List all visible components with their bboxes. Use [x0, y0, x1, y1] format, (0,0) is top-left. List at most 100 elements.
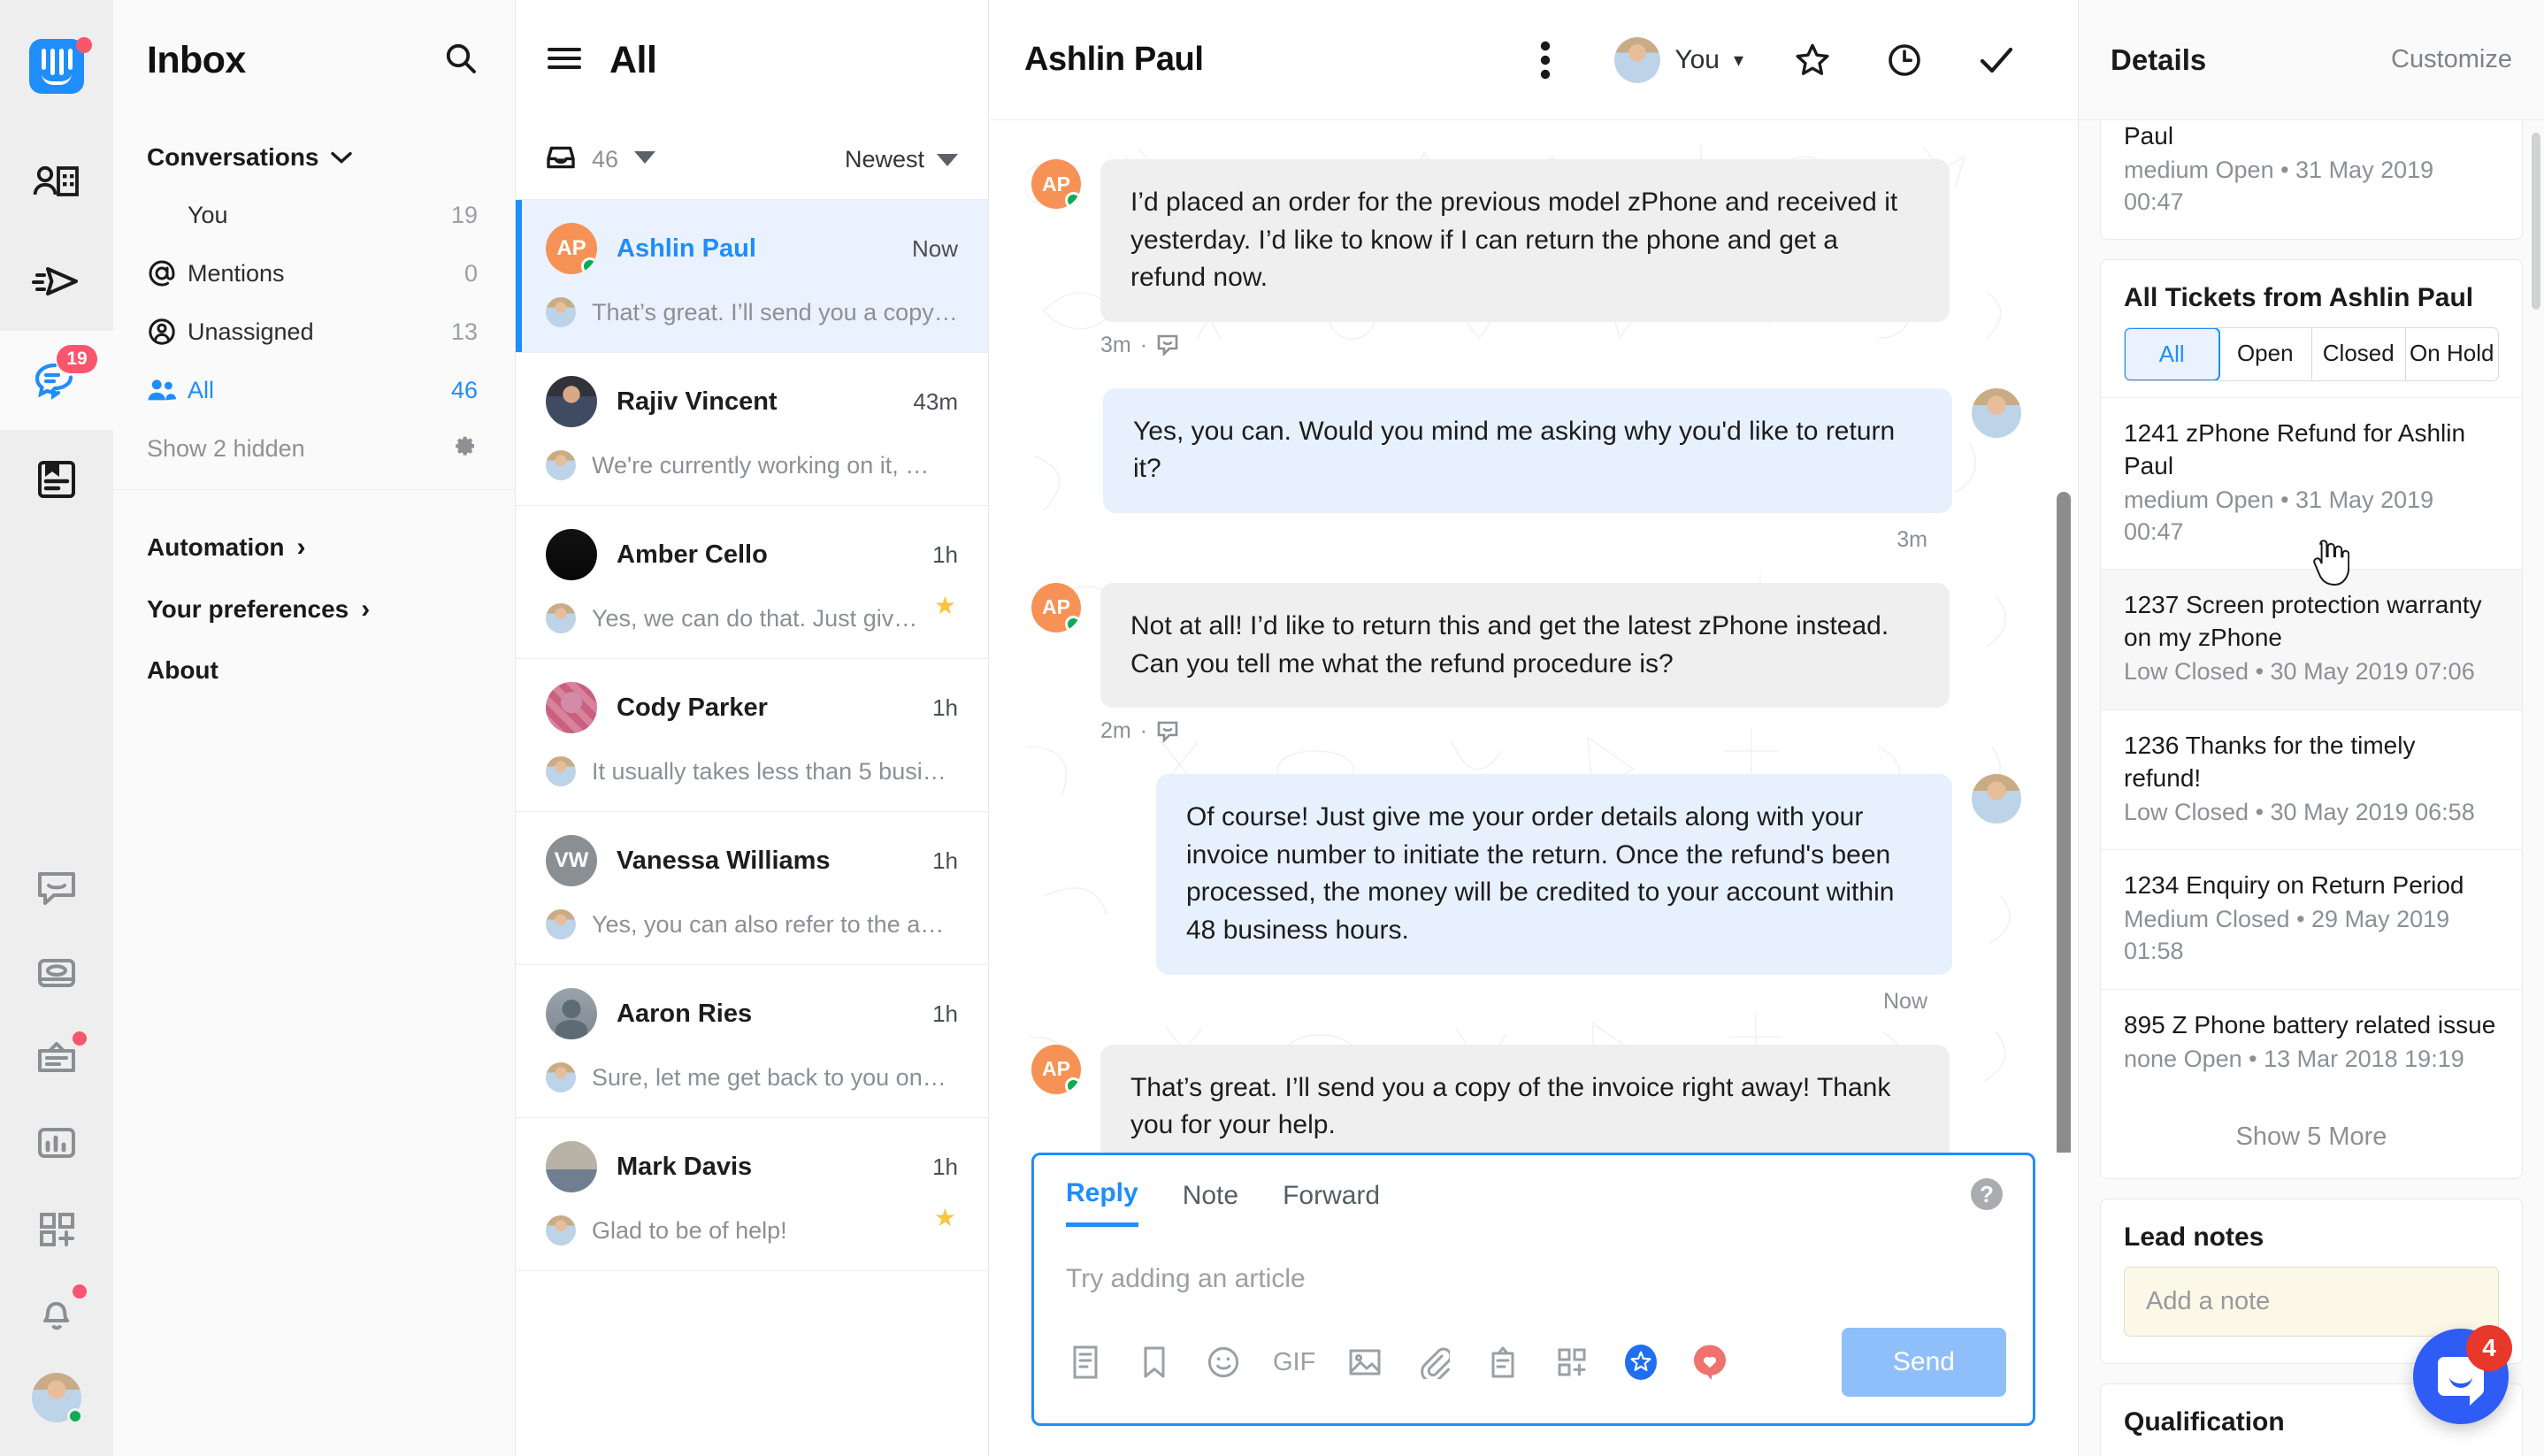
tab-note[interactable]: Note [1183, 1181, 1238, 1225]
star-icon[interactable] [1766, 18, 1858, 103]
assignee-dropdown[interactable]: You ▾ [1591, 36, 1766, 83]
note-input[interactable]: Add a note [2124, 1267, 2499, 1337]
conversations-section-header[interactable]: Conversations [147, 143, 481, 172]
emoji-icon[interactable] [1204, 1343, 1243, 1382]
intercom-logo[interactable] [0, 0, 113, 133]
sidebar-item-count: 0 [464, 259, 478, 287]
messages: AP I’d placed an order for the previous … [989, 120, 2078, 1153]
messenger-icon[interactable] [0, 846, 113, 931]
send-button[interactable]: Send [1841, 1328, 2006, 1397]
avatar[interactable] [0, 1355, 113, 1440]
saved-reply-icon[interactable] [1135, 1343, 1174, 1382]
table-row[interactable]: 1237 Screen protection warranty on my zP… [2101, 570, 2522, 710]
reply-input[interactable]: Try adding an article [1034, 1227, 2033, 1321]
inbox-icon[interactable] [0, 931, 113, 1015]
table-row[interactable]: 1241 zPhone Refund for Ashlin Paul mediu… [2101, 398, 2522, 571]
list-item[interactable]: AP Ashlin Paul Now That’s great. I’ll se… [516, 200, 988, 353]
conversations-section: Conversations [113, 120, 515, 175]
list-item[interactable]: VW Vanessa Williams 1h Yes, you can also… [516, 812, 988, 965]
sidebar-link-your-preferences[interactable]: Your preferences › [147, 579, 481, 640]
sidebar-item-all[interactable]: All 46 [113, 361, 515, 419]
note-icon[interactable] [1483, 1343, 1522, 1382]
table-row[interactable]: 1234 Enquiry on Return Period Medium Clo… [2101, 850, 2522, 990]
message-text: Yes, you can. Would you mind me asking w… [1103, 387, 1952, 513]
avatar [546, 909, 576, 939]
attachment-icon[interactable] [1414, 1343, 1453, 1382]
avatar [546, 603, 576, 633]
list-item[interactable]: Cody Parker 1h It usually takes less tha… [516, 659, 988, 812]
sidebar-link-label: Your preferences [147, 595, 349, 623]
lead-notes-heading: Lead notes [2124, 1222, 2264, 1253]
filter-all[interactable]: All [2125, 328, 2220, 381]
star-blue-icon[interactable] [1621, 1343, 1660, 1382]
clock-icon[interactable] [1858, 18, 1950, 103]
show-more-button[interactable]: Show 5 More [2101, 1096, 2522, 1178]
outbound-icon[interactable] [0, 232, 113, 331]
article-icon[interactable] [1066, 1343, 1105, 1382]
image-icon[interactable] [1345, 1343, 1384, 1382]
composer-toolbar: GIF Send [1034, 1321, 2033, 1423]
tab-forward[interactable]: Forward [1283, 1181, 1380, 1225]
tab-reply[interactable]: Reply [1066, 1178, 1138, 1227]
bell-icon[interactable] [0, 1270, 113, 1355]
ticket-title: 895 Z Phone battery related issue [2124, 1010, 2496, 1038]
sidebar-item-mentions[interactable]: Mentions 0 [113, 244, 515, 303]
filter-on-hold[interactable]: On Hold [2406, 328, 2499, 380]
list-item-name: Cody Parker [617, 693, 768, 722]
at-icon [147, 258, 188, 288]
search-icon[interactable] [444, 42, 478, 80]
star-icon[interactable]: ★ [934, 1203, 956, 1232]
composer-tabs: Reply Note Forward ? [1034, 1155, 2033, 1227]
tickets-heading: All Tickets from Ashlin Paul [2124, 283, 2474, 313]
star-icon[interactable]: ★ [934, 591, 956, 620]
list-item[interactable]: Aaron Ries 1h Sure, let me get back to y… [516, 965, 988, 1118]
message-scrollbar[interactable] [2057, 492, 2071, 1153]
apps-add-icon[interactable] [0, 1185, 113, 1270]
ticket-meta: medium Open • 31 May 2019 00:47 [2124, 487, 2434, 545]
help-icon[interactable]: ? [1971, 1178, 2003, 1210]
conversation-list-toolbar: 46 Newest [516, 120, 988, 200]
table-row[interactable]: 1236 Thanks for the timely refund! Low C… [2101, 710, 2522, 851]
filter-open[interactable]: Open [2219, 328, 2312, 381]
details-body: Paul medium Open • 31 May 2019 00:47 All… [2079, 120, 2544, 1456]
customize-button[interactable]: Customize [2391, 45, 2512, 74]
check-icon[interactable] [1950, 18, 2042, 103]
apps-icon[interactable] [1552, 1343, 1591, 1382]
sidebar-item-you[interactable]: You 19 [113, 186, 515, 244]
articles-icon[interactable] [0, 430, 113, 529]
table-row[interactable]: 895 Z Phone battery related issue none O… [2101, 990, 2522, 1097]
news-icon[interactable] [0, 1015, 113, 1100]
ticket-title-tail: Paul [2124, 122, 2174, 149]
sidebar-item-unassigned[interactable]: Unassigned 13 [113, 303, 515, 361]
ticket-meta: Low Closed • 30 May 2019 06:58 [2124, 798, 2475, 825]
list-item[interactable]: Paul medium Open • 31 May 2019 00:47 [2101, 120, 2522, 239]
ticket-filter-group: All Open Closed On Hold [2124, 327, 2499, 382]
avatar [546, 682, 597, 733]
gear-icon[interactable] [449, 432, 478, 466]
sort-dropdown[interactable]: Newest [845, 146, 958, 173]
message-customer: AP I’d placed an order for the previous … [1031, 159, 2021, 322]
message-agent: Yes, you can. Would you mind me asking w… [1031, 387, 2021, 513]
details-scrollbar[interactable] [2532, 133, 2540, 310]
list-item[interactable]: Rajiv Vincent 43m We're currently workin… [516, 353, 988, 506]
inbox-icon [546, 144, 576, 175]
count-filter-caret[interactable] [634, 151, 656, 168]
assignee-label: You [1674, 44, 1720, 74]
hamburger-icon[interactable] [546, 44, 583, 77]
reports-icon[interactable] [0, 1100, 113, 1185]
messenger-launcher[interactable]: 4 [2413, 1325, 2512, 1424]
sidebar-link-about[interactable]: About [147, 640, 481, 701]
qualification-row-name[interactable]: ✓ Name Ashlin Paul [2101, 1452, 2522, 1456]
gif-icon[interactable]: GIF [1273, 1343, 1315, 1382]
contacts-icon[interactable] [0, 133, 113, 232]
sidebar-link-automation[interactable]: Automation › [147, 517, 481, 579]
more-vertical-icon[interactable] [1499, 18, 1591, 103]
conversations-icon[interactable]: 19 [0, 331, 113, 430]
conversation-count: 46 [592, 146, 619, 172]
heart-icon[interactable] [1690, 1343, 1729, 1382]
list-item[interactable]: Amber Cello 1h ★ Yes, we can do that. Ju… [516, 506, 988, 659]
filter-closed[interactable]: Closed [2312, 328, 2406, 381]
show-hidden-link[interactable]: Show 2 hidden [147, 435, 305, 463]
list-item[interactable]: Mark Davis 1h ★ Glad to be of help! [516, 1118, 988, 1271]
message-meta: 3m [1031, 520, 2021, 583]
